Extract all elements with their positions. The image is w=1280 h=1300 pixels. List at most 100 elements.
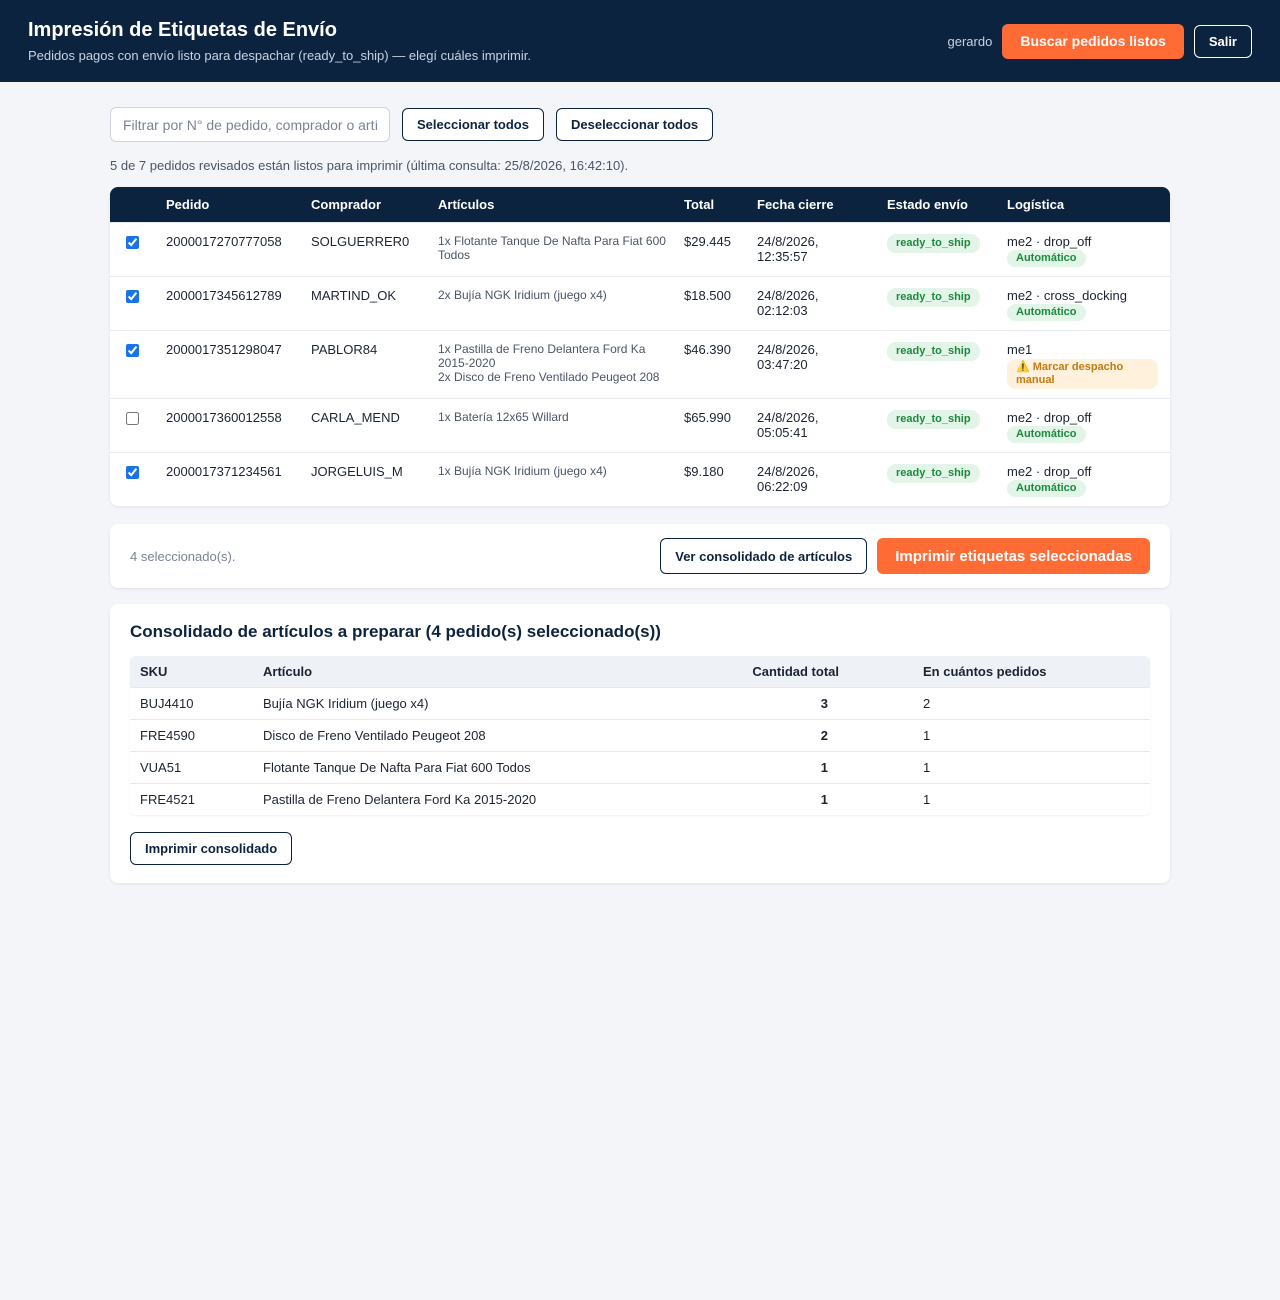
- selection-buttons: Ver consolidado de artículos Imprimir et…: [660, 538, 1150, 574]
- close-date-day: 24/8/2026,: [757, 288, 819, 303]
- close-date-day: 24/8/2026,: [757, 234, 819, 249]
- order-id: 2000017345612789: [158, 276, 303, 330]
- row-checkbox[interactable]: [126, 290, 139, 303]
- logistics-cell: me2 · drop_off Automático: [999, 222, 1170, 276]
- article-name: Disco de Freno Ventilado Peugeot 208: [253, 719, 738, 751]
- buyer-name: CARLA_MEND: [303, 398, 430, 452]
- orders-table: Pedido Comprador Artículos Total Fecha c…: [110, 187, 1170, 506]
- order-item-line: 1x Batería 12x65 Willard: [438, 410, 569, 424]
- close-date-day: 24/8/2026,: [757, 464, 819, 479]
- shipping-status-badge: ready_to_ship: [887, 410, 980, 429]
- total-quantity: 1: [738, 751, 913, 783]
- logistics-cell: me2 · drop_off Automático: [999, 398, 1170, 452]
- order-items: 2x Bujía NGK Iridium (juego x4): [430, 276, 676, 330]
- search-ready-orders-button[interactable]: Buscar pedidos listos: [1002, 23, 1184, 59]
- header-actions: gerardo Buscar pedidos listos Salir: [947, 23, 1252, 59]
- consolidated-panel: Consolidado de artículos a preparar (4 p…: [110, 604, 1170, 883]
- view-consolidated-button[interactable]: Ver consolidado de artículos: [660, 538, 868, 574]
- main-content: Seleccionar todos Deseleccionar todos 5 …: [110, 82, 1170, 883]
- order-id: 2000017371234561: [158, 452, 303, 506]
- logistics-cell: me2 · cross_docking Automático: [999, 276, 1170, 330]
- username: gerardo: [947, 33, 993, 49]
- order-count: 2: [913, 687, 1150, 719]
- page-title: Impresión de Etiquetas de Envío: [28, 19, 337, 41]
- column-header-article: Artículo: [253, 656, 738, 687]
- sku: FRE4590: [130, 719, 253, 751]
- logistic-type: me2 · drop_off: [1007, 234, 1092, 249]
- close-date: 24/8/2026, 05:05:41: [749, 398, 879, 452]
- row-checkbox[interactable]: [126, 412, 139, 425]
- deselect-all-button[interactable]: Deseleccionar todos: [555, 108, 714, 141]
- order-items: 1x Flotante Tanque De Nafta Para Fiat 60…: [430, 222, 676, 276]
- column-header-logistics: Logística: [999, 187, 1170, 222]
- shipping-status-cell: ready_to_ship: [879, 452, 999, 506]
- order-total: $29.445: [676, 222, 749, 276]
- total-quantity: 1: [738, 783, 913, 815]
- row-select-cell: [110, 330, 158, 398]
- row-checkbox[interactable]: [126, 236, 139, 249]
- article-name: Bujía NGK Iridium (juego x4): [253, 687, 738, 719]
- consolidated-row: FRE4521 Pastilla de Freno Delantera Ford …: [130, 783, 1150, 815]
- header-titles: Impresión de Etiquetas de Envío Pedidos …: [28, 19, 531, 63]
- row-select-cell: [110, 452, 158, 506]
- status-line: 5 de 7 pedidos revisados están listos pa…: [110, 158, 629, 173]
- logistic-type: me1: [1007, 342, 1033, 357]
- order-items: 1x Pastilla de Freno Delantera Ford Ka 2…: [430, 330, 676, 398]
- column-header-buyer: Comprador: [303, 187, 430, 222]
- order-row[interactable]: 2000017351298047 PABLOR84 1x Pastilla de F…: [110, 330, 1170, 398]
- order-total: $46.390: [676, 330, 749, 398]
- select-all-button[interactable]: Seleccionar todos: [402, 108, 544, 141]
- close-date: 24/8/2026, 06:22:09: [749, 452, 879, 506]
- orders-table-body: 2000017270777058 SOLGUERRER0 1x Flotante T…: [110, 222, 1170, 506]
- column-header-shipping-status: Estado envío: [879, 187, 999, 222]
- logistics-cell: me2 · drop_off Automático: [999, 452, 1170, 506]
- order-row[interactable]: 2000017371234561 JORGELUIS_M 1x Bujía NGK …: [110, 452, 1170, 506]
- shipping-status-badge: ready_to_ship: [887, 288, 980, 307]
- close-date-time: 06:22:09: [757, 479, 808, 494]
- order-row[interactable]: 2000017345612789 MARTIND_OK 2x Bujía NGK I…: [110, 276, 1170, 330]
- logistic-type: me2 · drop_off: [1007, 464, 1092, 479]
- print-consolidated-button[interactable]: Imprimir consolidado: [130, 832, 293, 865]
- auto-mode-badge: Automático: [1007, 250, 1086, 267]
- order-total: $65.990: [676, 398, 749, 452]
- column-header-items: Artículos: [430, 187, 676, 222]
- print-selected-labels-button[interactable]: Imprimir etiquetas seleccionadas: [877, 538, 1150, 574]
- column-header-select: [110, 187, 158, 222]
- order-count: 1: [913, 783, 1150, 815]
- order-items: 1x Bujía NGK Iridium (juego x4): [430, 452, 676, 506]
- consolidated-table-body: BUJ4410 Bujía NGK Iridium (juego x4) 3 2 FRE…: [130, 687, 1150, 815]
- column-header-total: Total: [676, 187, 749, 222]
- column-header-order: Pedido: [158, 187, 303, 222]
- shipping-status-badge: ready_to_ship: [887, 342, 980, 361]
- shipping-status-cell: ready_to_ship: [879, 398, 999, 452]
- row-checkbox[interactable]: [126, 466, 139, 479]
- logistic-type: me2 · drop_off: [1007, 410, 1092, 425]
- auto-mode-badge: Automático: [1007, 304, 1086, 321]
- filter-input[interactable]: [110, 107, 390, 142]
- sku: VUA51: [130, 751, 253, 783]
- order-row[interactable]: 2000017270777058 SOLGUERRER0 1x Flotante T…: [110, 222, 1170, 276]
- consolidated-table: SKU Artículo Cantidad total En cuántos p…: [130, 656, 1150, 815]
- order-count: 1: [913, 719, 1150, 751]
- total-quantity: 2: [738, 719, 913, 751]
- close-date-day: 24/8/2026,: [757, 342, 819, 357]
- close-date-time: 03:47:20: [757, 357, 808, 372]
- app-header: Impresión de Etiquetas de Envío Pedidos …: [0, 0, 1280, 82]
- order-count: 1: [913, 751, 1150, 783]
- close-date: 24/8/2026, 12:35:57: [749, 222, 879, 276]
- sku: BUJ4410: [130, 687, 253, 719]
- close-date-time: 12:35:57: [757, 249, 808, 264]
- total-quantity: 3: [738, 687, 913, 719]
- consolidated-row: FRE4590 Disco de Freno Ventilado Peugeot …: [130, 719, 1150, 751]
- logistics-cell: me1 ⚠️ Marcar despacho manual: [999, 330, 1170, 398]
- logout-button[interactable]: Salir: [1193, 24, 1252, 58]
- row-checkbox[interactable]: [126, 344, 139, 357]
- order-item-line: 1x Flotante Tanque De Nafta Para Fiat 60…: [438, 234, 666, 262]
- order-item-line: 1x Pastilla de Freno Delantera Ford Ka 2…: [438, 342, 646, 370]
- auto-mode-badge: Automático: [1007, 480, 1086, 497]
- shipping-status-cell: ready_to_ship: [879, 276, 999, 330]
- order-row[interactable]: 2000017360012558 CARLA_MEND 1x Batería 12x…: [110, 398, 1170, 452]
- orders-table-header: Pedido Comprador Artículos Total Fecha c…: [110, 187, 1170, 222]
- order-id: 2000017351298047: [158, 330, 303, 398]
- selected-count: 4 seleccionado(s).: [130, 548, 236, 564]
